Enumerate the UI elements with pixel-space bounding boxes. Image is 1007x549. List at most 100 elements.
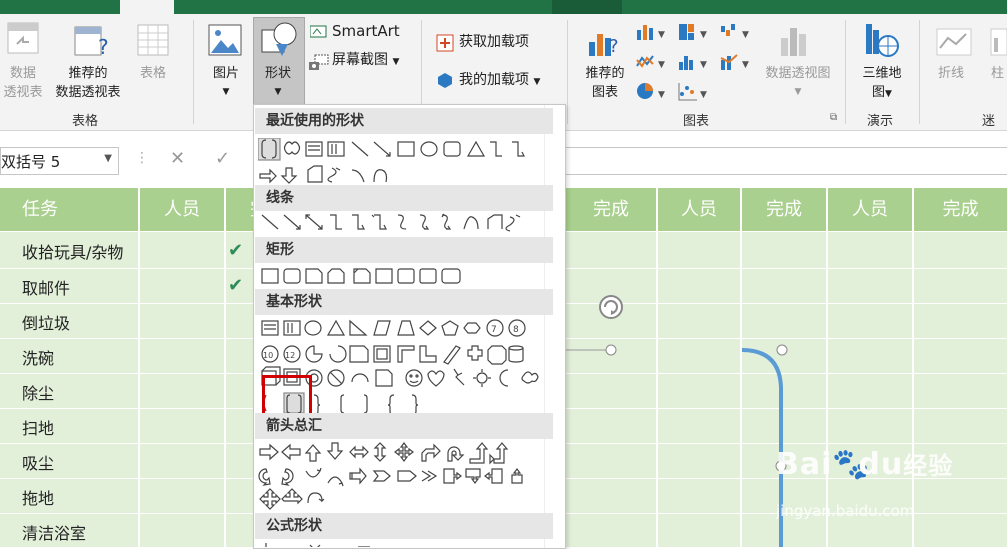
pivot-table-button[interactable]: 数据 透视表	[0, 64, 46, 102]
3d-map-button[interactable]: 三维地 图▼	[856, 64, 908, 104]
watermark-brand: Bai	[776, 447, 833, 482]
combo-chart-icon[interactable]: ▼	[720, 52, 756, 76]
svg-text:10: 10	[263, 351, 273, 360]
column-divider	[912, 188, 914, 547]
chevron-down-icon[interactable]: ▼	[104, 153, 112, 164]
chevron-down-icon: ▼	[533, 77, 541, 87]
header-person: 人员	[658, 188, 740, 231]
table-button[interactable]: 表格	[133, 64, 173, 83]
shapes-label: 形状	[264, 66, 291, 81]
svg-text:?: ?	[609, 36, 619, 57]
chevron-down-icon: ▼	[885, 89, 892, 99]
svg-text:8: 8	[513, 325, 519, 335]
recommended-charts-button[interactable]: 推荐的 图表	[578, 64, 632, 102]
name-box-value: 双括号 5	[1, 153, 61, 171]
recommended-pivot-label-2: 数据透视表	[55, 85, 121, 100]
section-block-arrows: 箭头总汇	[255, 413, 553, 439]
chevron-down-icon: ▼	[274, 87, 282, 97]
enter-button[interactable]: ✓	[215, 148, 230, 169]
svg-text:▼: ▼	[658, 60, 665, 70]
sparkline-line-button[interactable]: 折线	[938, 64, 964, 83]
watermark-url: jingyan.baidu.com	[776, 502, 915, 520]
svg-text:?: ?	[98, 35, 109, 59]
task-cell[interactable]: 洗碗	[22, 345, 54, 369]
task-cell[interactable]: 取邮件	[22, 275, 70, 299]
scatter-chart-icon[interactable]: ▼	[678, 82, 714, 106]
column-divider	[138, 188, 140, 547]
task-cell[interactable]: 拖地	[22, 485, 54, 509]
section-rectangles: 矩形	[255, 237, 553, 263]
svg-text:▼: ▼	[658, 90, 665, 100]
screenshot-label: 屏幕截图	[332, 52, 388, 68]
header-person: 人员	[828, 188, 912, 231]
header-person: 人员	[140, 188, 224, 231]
header-done: 完成	[914, 188, 1007, 231]
header-done: 完成	[742, 188, 826, 231]
hierarchy-chart-icon[interactable]: ▼	[678, 22, 714, 46]
name-box[interactable]: 双括号 5 ▼	[0, 147, 119, 175]
sparkline-column-icon	[990, 28, 1007, 62]
svg-text:12: 12	[285, 351, 295, 360]
line-chart-icon[interactable]: ▼	[636, 52, 672, 76]
column-divider	[224, 188, 226, 547]
drawn-bracket-shape[interactable]	[560, 288, 800, 547]
svg-text:▼: ▼	[658, 30, 665, 40]
picture-label: 图片	[212, 66, 239, 81]
lines-row	[258, 211, 548, 233]
watermark-logo: Bai🐾du经验	[776, 446, 953, 482]
tab-tell-me[interactable]	[552, 0, 622, 14]
shapes-button[interactable]: 形状 ▼	[255, 64, 301, 102]
task-cell[interactable]: 除尘	[22, 380, 54, 404]
block-arrows-row	[258, 441, 548, 510]
pivot-chart-label: 数据透视图	[765, 66, 831, 81]
section-lines: 线条	[255, 185, 553, 211]
task-cell[interactable]: 吸尘	[22, 450, 54, 474]
recommended-pivot-label-1: 推荐的	[68, 66, 108, 81]
sparkline-column-button[interactable]: 柱	[991, 64, 1004, 83]
chevron-down-icon: ▼	[794, 87, 802, 97]
chevron-down-icon: ▼	[222, 87, 230, 97]
watermark-brand2: du	[858, 447, 904, 482]
pivot-chart-icon	[778, 24, 814, 64]
3d-map-label-2: 图	[872, 85, 886, 100]
svg-text:7: 7	[491, 325, 497, 335]
task-cell[interactable]: 清洁浴室	[22, 520, 86, 544]
screenshot-button[interactable]: 屏幕截图 ▼	[332, 51, 399, 72]
resize-handle[interactable]	[776, 344, 788, 356]
header-done: 完成	[226, 188, 256, 231]
section-recent-shapes: 最近使用的形状	[255, 108, 553, 134]
ribbon-separator	[193, 20, 194, 124]
waterfall-chart-icon[interactable]: ▼	[720, 22, 756, 46]
section-basic-shapes: 基本形状	[255, 289, 553, 315]
my-addins-label: 我的加载项	[459, 72, 529, 88]
get-addins-button[interactable]: 获取加载项	[459, 33, 529, 52]
smartart-button[interactable]: SmartArt	[332, 22, 400, 41]
rectangles-row	[258, 265, 548, 287]
shapes-dropdown[interactable]: 最近使用的形状 线条 矩形 基本形状 7 8 10 12 箭头总汇 公式形状	[253, 104, 566, 549]
statistic-chart-icon[interactable]: ▼	[678, 52, 714, 76]
resize-handle[interactable]	[605, 344, 617, 356]
task-cell[interactable]: 收拾玩具/杂物	[22, 239, 123, 263]
picture-button[interactable]: 图片 ▼	[206, 64, 246, 102]
watermark-brand3: 经验	[903, 452, 954, 480]
shapes-icon	[259, 20, 299, 58]
my-addins-button[interactable]: 我的加载项 ▼	[459, 71, 540, 92]
task-cell[interactable]: 倒垃圾	[22, 310, 70, 334]
group-label-charts: 图表	[683, 114, 710, 129]
recommended-charts-label-2: 图表	[591, 85, 618, 100]
rotate-handle-icon[interactable]	[597, 293, 627, 323]
task-cell[interactable]: 扫地	[22, 415, 54, 439]
cancel-button[interactable]: ✕	[170, 148, 185, 169]
recommended-pivot-button[interactable]: 推荐的 数据透视表	[48, 64, 128, 102]
pivot-chart-button[interactable]: 数据透视图 ▼	[756, 64, 840, 102]
dialog-launcher-icon[interactable]: ⧉	[830, 112, 837, 123]
pie-chart-icon[interactable]: ▼	[636, 82, 672, 106]
svg-text:▼: ▼	[742, 60, 749, 70]
tab-insert[interactable]	[120, 0, 174, 14]
table-icon	[137, 24, 169, 56]
group-label-tours: 演示	[867, 114, 894, 129]
ribbon-tab-strip	[0, 0, 1007, 14]
column-chart-icon[interactable]: ▼	[636, 22, 672, 46]
basic-shapes-row: 7 8 10 12	[258, 317, 548, 416]
ribbon-separator	[567, 20, 568, 124]
